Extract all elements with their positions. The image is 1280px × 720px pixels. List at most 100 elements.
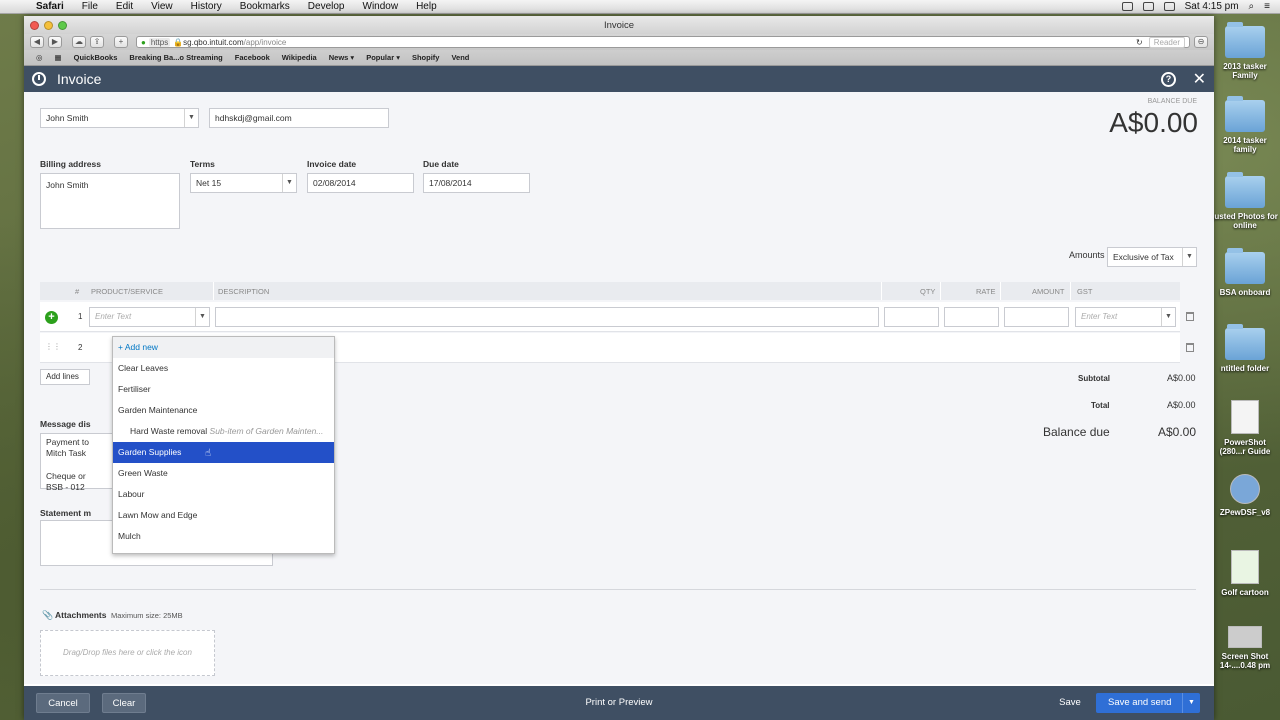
forward-button[interactable]: ▶: [48, 36, 62, 48]
desktop-folder[interactable]: justed Photos for online: [1212, 172, 1278, 230]
dropdown-option[interactable]: Green Waste: [113, 463, 334, 484]
cancel-button[interactable]: Cancel: [36, 693, 90, 713]
dropdown-option-selected[interactable]: Garden Supplies: [113, 442, 334, 463]
clear-button[interactable]: Clear: [102, 693, 146, 713]
list-icon[interactable]: ≡: [1264, 1, 1270, 12]
menu-app-safari[interactable]: Safari: [36, 1, 64, 12]
menu-history[interactable]: History: [191, 1, 222, 12]
reading-list-icon[interactable]: ◎: [36, 53, 43, 62]
desktop-folder[interactable]: ntitled folder: [1212, 324, 1278, 373]
address-bar[interactable]: ● https 🔒 sg.qbo.intuit.com /app/invoice…: [136, 36, 1190, 48]
chevron-down-icon[interactable]: ▼: [195, 308, 209, 326]
reader-button[interactable]: Reader: [1148, 36, 1185, 48]
customer-select[interactable]: John Smith ▼: [40, 108, 199, 128]
page-title: Invoice: [57, 71, 102, 87]
add-row-icon[interactable]: +: [45, 311, 58, 324]
product-service-input[interactable]: Enter Text ▼: [89, 307, 210, 327]
top-sites-icon[interactable]: ▦: [55, 53, 62, 62]
save-and-send-button[interactable]: Save and send ▼: [1096, 693, 1200, 713]
balance-due-value: A$0.00: [1158, 425, 1197, 439]
add-new-option[interactable]: + Add new: [113, 337, 334, 358]
divider: [940, 282, 941, 300]
desktop-file[interactable]: Screen Shot 14-....0.48 pm: [1212, 626, 1278, 670]
chevron-down-icon[interactable]: ▼: [1182, 248, 1196, 266]
menu-file[interactable]: File: [82, 1, 98, 12]
wifi-icon[interactable]: [1121, 2, 1133, 11]
bookmark-item[interactable]: Breaking Ba...o Streaming: [129, 53, 222, 62]
bookmark-item[interactable]: Wikipedia: [282, 53, 317, 62]
bookmark-item[interactable]: Shopify: [412, 53, 440, 62]
menu-edit[interactable]: Edit: [116, 1, 133, 12]
bookmark-item[interactable]: Popular ▾: [366, 53, 400, 62]
share-icon[interactable]: ⇪: [90, 36, 104, 48]
menu-view[interactable]: View: [151, 1, 173, 12]
drag-handle-icon[interactable]: ⋮⋮: [45, 343, 61, 351]
help-icon[interactable]: ?: [1161, 72, 1176, 87]
bookmark-item[interactable]: Facebook: [235, 53, 270, 62]
browser-titlebar: Invoice: [24, 16, 1214, 34]
volume-icon[interactable]: [1142, 2, 1154, 11]
chevron-down-icon[interactable]: ▼: [1161, 308, 1175, 326]
add-lines-button[interactable]: Add lines: [40, 369, 90, 385]
desktop-folder[interactable]: 2014 tasker family: [1212, 96, 1278, 154]
paperclip-icon[interactable]: 📎: [42, 610, 53, 621]
desktop-folder[interactable]: 2013 tasker Family: [1212, 22, 1278, 80]
dropdown-option[interactable]: Garden Maintenance: [113, 400, 334, 421]
invoice-date-field[interactable]: 02/08/2014: [307, 173, 414, 193]
desktop-folder[interactable]: BSA onboard: [1212, 248, 1278, 297]
menubar-clock[interactable]: Sat 4:15 pm: [1185, 1, 1239, 12]
col-gst: GST: [1077, 287, 1093, 296]
description-input[interactable]: [215, 307, 879, 327]
screenshot-file-icon: [1228, 626, 1262, 648]
terms-select[interactable]: Net 15 ▼: [190, 173, 297, 193]
qty-input[interactable]: [884, 307, 939, 327]
amounts-are-select[interactable]: Exclusive of Tax ▼: [1107, 247, 1197, 267]
folder-icon: [1225, 248, 1265, 284]
chevron-down-icon[interactable]: ▼: [282, 174, 296, 192]
terms-value: Net 15: [196, 178, 222, 188]
bookmark-item[interactable]: QuickBooks: [74, 53, 118, 62]
dropdown-option[interactable]: Fertiliser: [113, 379, 334, 400]
rate-input[interactable]: [944, 307, 999, 327]
chevron-down-icon[interactable]: ▼: [184, 109, 198, 127]
downloads-icon[interactable]: ⊖: [1194, 36, 1208, 48]
menu-develop[interactable]: Develop: [308, 1, 345, 12]
spotlight-icon[interactable]: ⌕: [1249, 1, 1255, 12]
back-button[interactable]: ◀: [30, 36, 44, 48]
print-preview-button[interactable]: Print or Preview: [574, 693, 664, 713]
billing-address-field[interactable]: John Smith: [40, 173, 180, 229]
dropdown-option[interactable]: Mulch: [113, 526, 334, 547]
icloud-icon[interactable]: ☁: [72, 36, 86, 48]
amount-input[interactable]: [1004, 307, 1069, 327]
delete-row-icon[interactable]: [1186, 343, 1194, 352]
bookmark-item[interactable]: News ▾: [329, 53, 354, 62]
dropdown-option-subitem[interactable]: Hard Waste removal Sub-item of Garden Ma…: [113, 421, 334, 442]
desktop-icon-label: 2014 tasker family: [1223, 136, 1267, 154]
menu-help[interactable]: Help: [416, 1, 437, 12]
invoice-form: John Smith ▼ hdhskdj@gmail.com BALANCE D…: [24, 92, 1214, 684]
due-date-field[interactable]: 17/08/2014: [423, 173, 530, 193]
new-tab-button[interactable]: +: [114, 36, 128, 48]
gst-select[interactable]: Enter Text ▼: [1075, 307, 1176, 327]
dropdown-option[interactable]: Lawn Mow and Edge: [113, 505, 334, 526]
balance-due-label: BALANCE DUE: [1147, 98, 1197, 105]
bookmarks-bar: ◎ ▦ QuickBooks Breaking Ba...o Streaming…: [24, 50, 1214, 66]
desktop-file[interactable]: PowerShot (280...r Guide: [1212, 400, 1278, 456]
desktop-file[interactable]: Golf cartoon: [1212, 550, 1278, 597]
desktop-file[interactable]: ZPewDSF_v8: [1212, 474, 1278, 517]
save-button[interactable]: Save: [1054, 693, 1086, 713]
table-row[interactable]: + 1 Enter Text ▼ Enter Text ▼: [40, 302, 1194, 332]
reload-icon[interactable]: ↻: [1136, 38, 1143, 47]
recent-transactions-icon[interactable]: [32, 72, 46, 86]
bookmark-item[interactable]: Vend: [451, 53, 469, 62]
menu-bookmarks[interactable]: Bookmarks: [240, 1, 290, 12]
delete-row-icon[interactable]: [1186, 312, 1194, 321]
close-icon[interactable]: ✕: [1193, 69, 1206, 89]
dropdown-option[interactable]: Clear Leaves: [113, 358, 334, 379]
menu-window[interactable]: Window: [363, 1, 399, 12]
chevron-down-icon[interactable]: ▼: [1182, 693, 1200, 713]
attachment-dropzone[interactable]: Drag/Drop files here or click the icon: [40, 630, 215, 676]
email-field[interactable]: hdhskdj@gmail.com: [209, 108, 389, 128]
dropdown-option[interactable]: Labour: [113, 484, 334, 505]
battery-icon[interactable]: [1163, 2, 1175, 11]
